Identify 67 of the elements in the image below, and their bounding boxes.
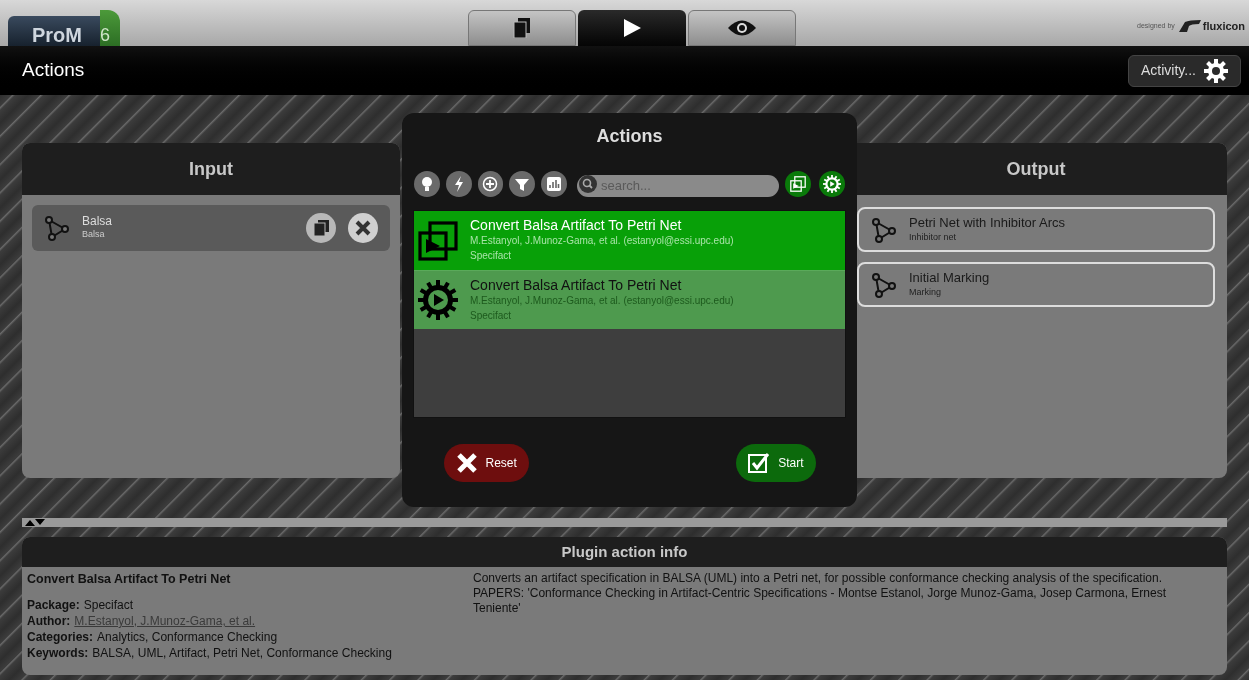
filter-icon (514, 176, 531, 192)
plugin-name: Convert Balsa Artifact To Petri Net (470, 277, 683, 293)
filter-button[interactable] (509, 171, 536, 197)
gear-toggle[interactable] (819, 171, 845, 197)
filter-button[interactable] (541, 171, 567, 197)
pages-icon (313, 220, 329, 236)
dialog-title: Actions (596, 125, 663, 148)
plugin-name: Convert Balsa Artifact To Petri Net (470, 218, 683, 233)
field-label: Keywords: (27, 645, 89, 661)
close-icon (455, 452, 478, 474)
author-link[interactable]: M.Estanyol, J.Munoz-Gama, et al. (74, 613, 256, 629)
object-name: Petri Net with Inhibitor Arcs (909, 215, 1066, 230)
filter-button[interactable] (477, 171, 504, 197)
reset-button[interactable]: Reset (443, 444, 529, 482)
play-icon (622, 18, 642, 38)
swoosh-icon (1178, 20, 1201, 33)
actions-tab[interactable] (578, 10, 686, 46)
output-object[interactable]: Initial Marking Marking (857, 262, 1215, 307)
object-type: Balsa (82, 228, 106, 241)
field-value: Analytics, Conformance Checking (97, 629, 278, 645)
eye-icon (727, 19, 757, 37)
play-gear-icon (418, 280, 458, 320)
field-value: BALSA, UML, Artifact, Petri Net, Conformance Checking (92, 645, 392, 661)
plugin-package: Specifact (470, 249, 513, 263)
net-icon (871, 216, 897, 243)
start-button[interactable]: Start (736, 444, 816, 482)
remove-button[interactable] (348, 213, 378, 243)
stack-toggle[interactable] (785, 171, 811, 197)
plus-icon (482, 176, 499, 192)
plugin-authors: M.Estanyol, J.Munoz-Gama, et al. (estanyol@essi.upc.edu) (470, 234, 734, 248)
play-stack-icon (790, 176, 806, 192)
logo-version: 6 (100, 10, 120, 46)
field-label: Author: (27, 613, 71, 629)
bar-chart-icon (546, 176, 563, 192)
panel-header: Plugin action info (22, 537, 1227, 567)
field-value: Specifact (83, 597, 134, 613)
play-gear-icon (823, 175, 841, 193)
collapse-arrows-icon[interactable] (25, 519, 45, 526)
object-type: Marking (909, 285, 942, 299)
copy-button[interactable] (306, 213, 336, 243)
view-tab[interactable] (688, 10, 796, 46)
activity-button[interactable]: Activity... (1128, 54, 1241, 87)
checkbox-icon (748, 452, 771, 474)
plugin-package: Specifact (470, 308, 513, 323)
pages-icon (513, 18, 531, 38)
field-label: Package: (27, 597, 80, 613)
close-icon (355, 220, 371, 236)
filter-button[interactable] (414, 171, 440, 197)
object-name: Initial Marking (909, 270, 990, 285)
workspace-tab[interactable] (468, 10, 576, 46)
input-object[interactable]: Balsa Balsa (32, 205, 390, 251)
panel-header: Input (22, 143, 400, 195)
play-stack-icon (418, 220, 458, 261)
field-label: Categories: (27, 629, 94, 645)
object-type: Inhibitor net (909, 230, 958, 244)
object-name: Balsa (82, 215, 114, 228)
net-icon (871, 271, 897, 298)
search-icon (579, 175, 597, 193)
net-icon (44, 215, 70, 241)
brand-name: fluxicon (1202, 19, 1245, 34)
filter-button[interactable] (445, 171, 472, 197)
output-object[interactable]: Petri Net with Inhibitor Arcs Inhibitor net (857, 207, 1215, 252)
plugin-description: Converts an artifact specification in BALSA (UML) into a Petri net, for possible conformance checking analysis of the specification. PAPERS: 'Conformance Checking in Artifact-Centric Specifications - Montse Estanol, Jorge Munoz-Gama, Josep Carmona, Ernest Teniente' (473, 571, 1168, 617)
gear-icon (1204, 58, 1228, 83)
page-title: Actions (22, 58, 85, 83)
plugin-row[interactable]: Convert Balsa Artifact To Petri Net M.Estanyol, J.Munoz-Gama, et al. (estanyol@essi.upc.edu) Specifact (414, 211, 845, 270)
plugin-title: Convert Balsa Artifact To Petri Net (27, 571, 232, 587)
